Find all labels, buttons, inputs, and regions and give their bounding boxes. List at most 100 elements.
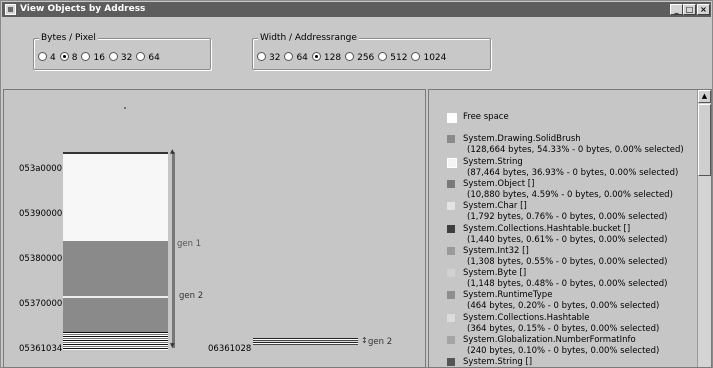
mixed-objects-region bbox=[63, 332, 168, 350]
radio-button-icon[interactable] bbox=[411, 52, 421, 61]
legend-type-name: System.String [] bbox=[463, 357, 533, 368]
width-range-option-1024[interactable]: 1024 bbox=[411, 52, 446, 63]
arrow-up-icon: ▲ bbox=[170, 148, 175, 155]
gen-1-label: gen 1 bbox=[177, 239, 202, 249]
legend-type-name: System.Collections.Hashtable.bucket [] bbox=[463, 223, 631, 234]
legend-color-swatch bbox=[447, 313, 455, 322]
radio-button-icon[interactable] bbox=[38, 52, 47, 61]
legend-type-stats: (1,308 bytes, 0.55% - 0 bytes, 0.00% sel… bbox=[467, 256, 668, 267]
gen-2-label: gen 2 bbox=[179, 291, 204, 301]
scroll-up-button[interactable]: ▲ bbox=[698, 90, 711, 103]
legend-color-swatch bbox=[447, 113, 457, 123]
width-range-option-512[interactable]: 512 bbox=[378, 52, 407, 63]
radio-button-icon[interactable] bbox=[284, 52, 294, 61]
bytes-per-pixel-option-label: 4 bbox=[50, 53, 56, 63]
legend-color-swatch bbox=[447, 135, 455, 144]
updown-arrow-icon: ↕ bbox=[361, 336, 368, 345]
legend-type-name: System.Byte [] bbox=[463, 268, 527, 279]
segment-top-line bbox=[63, 152, 168, 154]
gen-bracket bbox=[172, 152, 175, 348]
free-space-region bbox=[63, 152, 168, 241]
legend-color-swatch bbox=[447, 269, 455, 278]
address-label: 05380000 bbox=[19, 254, 63, 264]
legend-scrollbar[interactable]: ▲ bbox=[697, 90, 711, 367]
bytes-per-pixel-option-label: 32 bbox=[120, 53, 133, 63]
width-range-label: Width / Addressrange bbox=[258, 33, 359, 43]
width-range-option-label: 256 bbox=[357, 53, 375, 63]
legend-type-stats: (1,440 bytes, 0.61% - 0 bytes, 0.00% sel… bbox=[467, 234, 668, 245]
legend-type-stats: (87,464 bytes, 36.93% - 0 bytes, 0.00% s… bbox=[467, 167, 679, 178]
radio-button-icon[interactable] bbox=[136, 52, 146, 61]
minimize-button[interactable]: _ bbox=[670, 4, 683, 15]
bytes-per-pixel-option-32[interactable]: 32 bbox=[108, 52, 133, 63]
gen-2-label: gen 2 bbox=[368, 337, 393, 347]
width-range-option-label: 1024 bbox=[423, 53, 447, 63]
legend-type-name: System.Collections.Hashtable bbox=[463, 312, 590, 323]
address-label: 05370000 bbox=[19, 299, 63, 309]
width-range-option-256[interactable]: 256 bbox=[345, 52, 374, 63]
legend-color-swatch bbox=[447, 224, 455, 233]
legend-color-swatch bbox=[447, 291, 455, 300]
window-title: View Objects by Address bbox=[20, 4, 146, 14]
address-label: 05361034 bbox=[19, 344, 63, 354]
solidbrush-region bbox=[63, 241, 168, 332]
legend-color-swatch bbox=[447, 358, 455, 367]
width-range-option-64[interactable]: 64 bbox=[284, 52, 308, 63]
legend-color-swatch bbox=[447, 336, 455, 344]
gen-boundary-line bbox=[63, 296, 168, 298]
width-range-option-32[interactable]: 32 bbox=[257, 52, 280, 63]
radio-button-icon[interactable] bbox=[108, 52, 118, 61]
legend-type-name: System.Drawing.SolidBrush bbox=[463, 134, 581, 145]
scroll-thumb[interactable] bbox=[698, 104, 711, 176]
width-range-option-label: 512 bbox=[390, 53, 408, 63]
radio-button-icon[interactable] bbox=[378, 52, 388, 61]
width-range-group: Width / Addressrange 32 64 128 256 512 1024 bbox=[252, 33, 491, 70]
legend-type-stats: (128,664 bytes, 54.33% - 0 bytes, 0.00% … bbox=[467, 145, 684, 156]
bytes-per-pixel-group: Bytes / Pixel 4 8 16 32 64 bbox=[33, 33, 211, 70]
bytes-per-pixel-option-label: 16 bbox=[93, 53, 105, 63]
address-label: 06361028 bbox=[208, 344, 252, 354]
radio-button-icon[interactable] bbox=[345, 52, 355, 61]
legend-type-name: Free space bbox=[463, 112, 509, 122]
legend-type-stats: (364 bytes, 0.15% - 0 bytes, 0.00% selec… bbox=[467, 323, 660, 334]
width-range-option-label: 32 bbox=[269, 53, 281, 63]
address-label: 05390000 bbox=[19, 209, 63, 219]
heap-segment-2[interactable] bbox=[253, 338, 358, 345]
legend-type-name: System.RuntimeType bbox=[463, 290, 553, 301]
legend-type-stats: (10,880 bytes, 4.59% - 0 bytes, 0.00% se… bbox=[467, 189, 673, 200]
legend-panel[interactable]: Free space System.Drawing.SolidBrush (128,… bbox=[428, 89, 712, 368]
title-bar[interactable]: View Objects by Address _ □ × bbox=[2, 2, 711, 17]
legend-type-name: System.String bbox=[463, 156, 523, 167]
legend-type-stats: (240 bytes, 0.10% - 0 bytes, 0.00% selec… bbox=[467, 346, 660, 356]
legend-type-stats: (464 bytes, 0.20% - 0 bytes, 0.00% selec… bbox=[467, 301, 660, 312]
legend-type-stats: (1,148 bytes, 0.48% - 0 bytes, 0.00% sel… bbox=[467, 279, 668, 290]
radio-button-icon[interactable] bbox=[59, 52, 69, 61]
address-label: 053a0000 bbox=[19, 164, 63, 174]
radio-button-icon[interactable] bbox=[311, 52, 321, 61]
bytes-per-pixel-option-8[interactable]: 8 bbox=[59, 52, 77, 63]
bytes-per-pixel-option-16[interactable]: 16 bbox=[81, 52, 105, 63]
bytes-per-pixel-option-64[interactable]: 64 bbox=[136, 52, 160, 63]
legend-color-swatch bbox=[447, 246, 455, 255]
heap-block[interactable] bbox=[63, 152, 168, 350]
radio-button-icon[interactable] bbox=[257, 52, 266, 61]
legend-color-swatch bbox=[447, 179, 455, 188]
legend-type-name: System.Object [] bbox=[463, 178, 535, 189]
legend-color-swatch bbox=[447, 157, 457, 168]
app-icon bbox=[5, 4, 16, 15]
legend-type-name: System.Char [] bbox=[463, 201, 527, 212]
legend-type-name: System.Globalization.NumberFormatInfo bbox=[463, 335, 636, 345]
width-range-option-label: 64 bbox=[296, 53, 308, 63]
legend-type-name: System.Int32 [] bbox=[463, 245, 529, 256]
close-button[interactable]: × bbox=[697, 4, 710, 15]
legend-color-swatch bbox=[447, 202, 455, 211]
bytes-per-pixel-option-4[interactable]: 4 bbox=[38, 52, 56, 63]
speck-dot bbox=[124, 107, 126, 109]
radio-button-icon[interactable] bbox=[81, 52, 91, 61]
bytes-per-pixel-options: 4 8 16 32 64 bbox=[38, 52, 164, 63]
maximize-button[interactable]: □ bbox=[683, 4, 696, 15]
width-range-option-label: 128 bbox=[323, 53, 342, 63]
bytes-per-pixel-option-label: 64 bbox=[148, 53, 160, 63]
width-range-option-128[interactable]: 128 bbox=[311, 52, 342, 63]
heap-view-panel[interactable]: 053a0000 05390000 05380000 05370000 0536… bbox=[3, 89, 426, 368]
